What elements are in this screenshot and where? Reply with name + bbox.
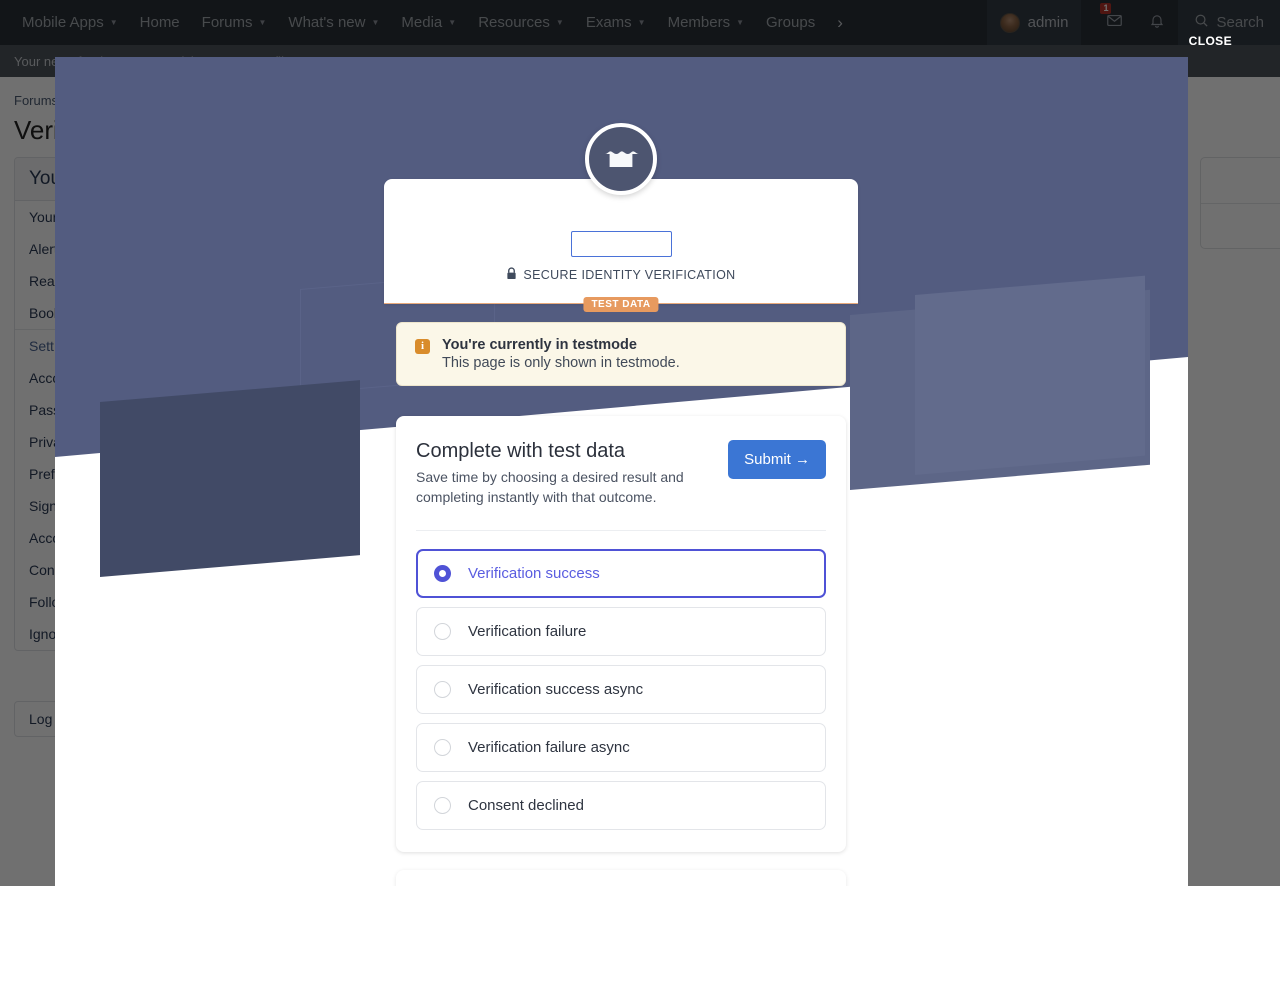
- submit-label: Submit: [744, 451, 791, 468]
- option-verification-success[interactable]: Verification success: [416, 548, 826, 598]
- option-label: Verification success async: [468, 680, 644, 698]
- verification-modal: SECURE IDENTITY VERIFICATION TEST DATA i…: [384, 123, 858, 886]
- test-data-description: Save time by choosing a desired result a…: [416, 469, 684, 505]
- test-data-card: Complete with test data Save time by cho…: [396, 416, 846, 852]
- radio-icon[interactable]: [434, 738, 451, 756]
- testmode-alert: i You're currently in testmode This page…: [396, 322, 846, 386]
- test-data-title: Complete with test data: [416, 440, 625, 462]
- secure-label-text: SECURE IDENTITY VERIFICATION: [523, 268, 736, 282]
- close-overlay-button[interactable]: CLOSE: [1189, 34, 1232, 48]
- decorative-dark-shape: [100, 380, 360, 577]
- secure-verification-label: SECURE IDENTITY VERIFICATION: [384, 267, 858, 283]
- verification-overlay-frame: SECURE IDENTITY VERIFICATION TEST DATA i…: [55, 57, 1188, 886]
- next-section-card: [396, 869, 846, 886]
- option-label: Consent declined: [468, 796, 584, 814]
- name-input[interactable]: [570, 231, 672, 257]
- option-label: Verification failure async: [468, 738, 630, 756]
- option-label: Verification failure: [468, 622, 587, 640]
- test-data-badge: TEST DATA: [583, 297, 659, 312]
- decorative-light-shape-b: [915, 275, 1145, 475]
- test-outcome-options: Verification success Verification failur…: [416, 548, 826, 830]
- modal-body: i You're currently in testmode This page…: [384, 322, 858, 886]
- test-data-card-header: Complete with test data Save time by cho…: [416, 440, 826, 531]
- page-footer-area: [0, 886, 1280, 996]
- radio-icon[interactable]: [434, 796, 451, 814]
- option-consent-declined[interactable]: Consent declined: [416, 780, 826, 830]
- testmode-alert-subtitle: This page is only shown in testmode.: [442, 355, 680, 371]
- testmode-alert-text: You're currently in testmode This page i…: [442, 337, 680, 371]
- info-icon: i: [415, 339, 430, 354]
- radio-icon[interactable]: [434, 622, 451, 640]
- submit-button[interactable]: Submit →: [728, 440, 826, 479]
- option-verification-failure[interactable]: Verification failure: [416, 606, 826, 656]
- arrow-right-icon: →: [795, 451, 810, 468]
- option-verification-success-async[interactable]: Verification success async: [416, 664, 826, 714]
- radio-icon[interactable]: [434, 564, 451, 582]
- modal-header: SECURE IDENTITY VERIFICATION TEST DATA: [384, 179, 858, 312]
- market-stall-logo-icon: [585, 123, 657, 195]
- testmode-alert-title: You're currently in testmode: [442, 337, 637, 353]
- option-verification-failure-async[interactable]: Verification failure async: [416, 722, 826, 772]
- option-label: Verification success: [468, 564, 600, 582]
- test-data-card-text: Complete with test data Save time by cho…: [416, 440, 711, 508]
- radio-icon[interactable]: [434, 680, 451, 698]
- lock-icon: [506, 267, 517, 283]
